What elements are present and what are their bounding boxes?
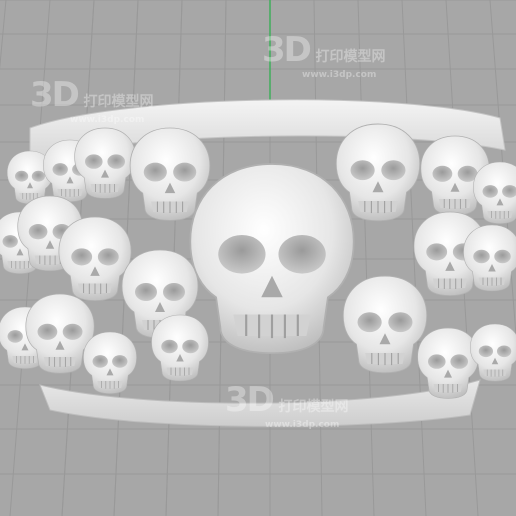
skull-center: [189, 162, 355, 355]
grid-line-v: [357, 0, 375, 516]
skull: [83, 331, 137, 394]
skull: [469, 323, 516, 382]
skull: [342, 275, 428, 374]
skull: [58, 216, 132, 302]
ring-model: [0, 99, 516, 427]
3d-viewport[interactable]: 3D 打印模型网 www.i3dp.com 3D 打印模型网 www.i3dp.…: [0, 0, 516, 516]
skull: [473, 161, 516, 224]
skull: [335, 123, 421, 222]
skull: [151, 314, 209, 382]
scene-canvas[interactable]: [0, 0, 516, 516]
